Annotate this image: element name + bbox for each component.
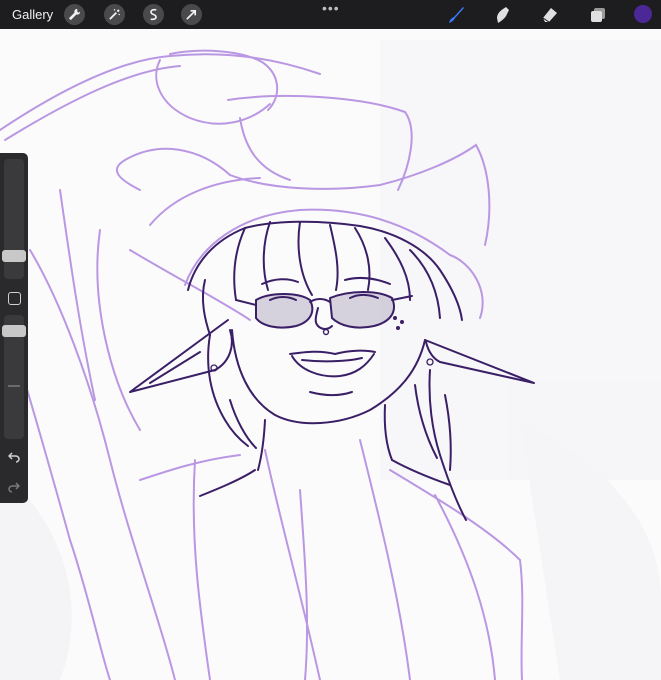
smudge-icon[interactable] xyxy=(492,4,514,26)
redo-icon[interactable] xyxy=(6,479,22,495)
slider-divider xyxy=(8,385,20,387)
top-toolbar: Gallery ••• xyxy=(0,0,661,29)
layers-icon[interactable] xyxy=(587,4,609,26)
brush-icon[interactable] xyxy=(445,4,467,26)
brush-size-thumb[interactable] xyxy=(2,250,26,262)
eraser-icon[interactable] xyxy=(539,4,561,26)
selection-icon[interactable] xyxy=(143,4,164,25)
magic-wand-icon[interactable] xyxy=(104,4,125,25)
artwork xyxy=(0,40,661,680)
brush-sidebar xyxy=(0,153,28,503)
opacity-thumb[interactable] xyxy=(2,325,26,337)
color-picker-button[interactable] xyxy=(634,5,652,23)
square-icon[interactable] xyxy=(8,292,21,305)
transform-arrow-icon[interactable] xyxy=(181,4,202,25)
gallery-button[interactable]: Gallery xyxy=(12,7,53,22)
wrench-icon[interactable] xyxy=(64,4,85,25)
undo-icon[interactable] xyxy=(6,449,22,465)
drawing-canvas[interactable] xyxy=(0,29,661,680)
more-dots-icon[interactable]: ••• xyxy=(322,1,340,15)
